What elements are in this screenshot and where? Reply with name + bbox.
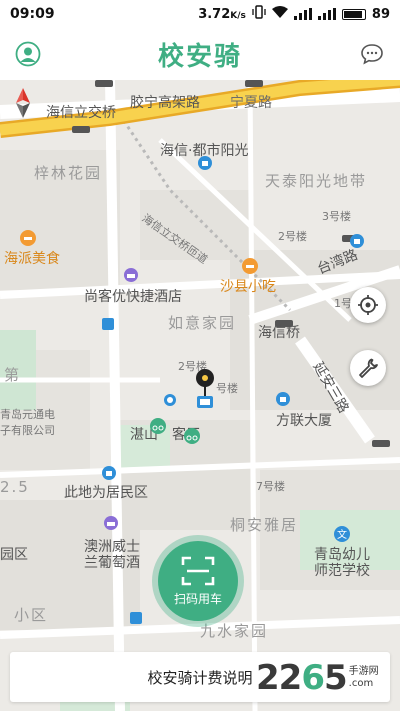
network-speed-unit: K/s [230,10,246,21]
map-label: 海信桥 [258,325,300,341]
status-time: 09:09 [10,6,55,22]
map-label: 2.5 [0,478,30,496]
map-label: 2号楼 [278,230,307,243]
school-icon-glyph: 文 [337,528,347,541]
map-label: 海派美食 [4,251,60,267]
vibrate-icon [252,5,266,23]
scan-icon [181,556,215,585]
map-label: 3号楼 [322,210,351,223]
network-speed-value: 3.72 [198,6,231,22]
map-label: 如意家园 [168,314,237,332]
battery-icon [341,8,366,20]
battery-level: 89 [371,6,390,22]
wrench-icon [359,358,378,378]
location-dot-icon [164,394,176,406]
map-label: 小区 [14,606,49,624]
map-label: 胶宁高架路 [130,95,200,111]
compass-icon [14,88,32,118]
map-label: 方联大厦 [276,413,332,429]
scan-to-ride-button[interactable]: 扫码用车 [158,541,238,621]
map-label: 天泰阳光地带 [265,172,368,190]
poi-marker-icon [198,156,212,170]
hotel-icon [104,516,118,530]
map-label: 兰葡萄酒 [84,555,140,571]
map-label: 第 [4,366,22,384]
pricing-info-label: 校安骑计费说明 [147,668,253,687]
school-icon: 文 [334,526,350,542]
repair-button[interactable] [350,350,386,386]
poi-marker-icon [350,234,364,248]
map-label: 尚客优快捷酒店 [84,289,182,305]
locate-button[interactable] [350,287,386,323]
user-icon [15,41,41,67]
map-label: 7号楼 [256,480,285,493]
map-label: 青岛元通电 [0,408,55,421]
map-label: 海信立交桥 [46,105,116,121]
watermark-digits-3: 5 [324,658,348,698]
status-bar: 09:09 3.72K/s 89 [0,0,400,28]
map-label: 园区 [0,547,28,563]
message-icon [361,44,383,65]
bike-icon [184,428,200,444]
bus-icon [102,318,114,330]
network-speed: 3.72K/s [198,7,246,22]
signal-icon [293,8,312,20]
message-button[interactable] [358,40,386,68]
app-header: 校安骑 [0,28,400,80]
watermark-logo: 2265 手游网 .com [256,658,379,698]
map-label: 此地为居民区 [64,485,148,501]
food-icon [242,258,258,274]
hotel-icon [124,268,138,282]
scan-label: 扫码用车 [173,591,222,606]
current-location-marker [190,368,220,416]
watermark-text-1: 手游网 [348,666,379,677]
watermark-number: 2265 [256,658,348,698]
signal-icon-2 [317,8,336,20]
wifi-icon [271,6,288,22]
map-label: 桐安雅居 [230,516,299,534]
map-label: 沙县小吃 [220,279,276,295]
user-button[interactable] [14,40,42,68]
app-title: 校安骑 [157,41,242,72]
watermark-digits-2: 6 [301,658,325,698]
locate-icon [358,295,378,315]
bike-icon [150,418,166,434]
map-label: 师范学校 [314,563,370,579]
status-indicators: 3.72K/s 89 [198,5,390,23]
food-icon [20,230,36,246]
map-view[interactable]: 海信立交桥 胶宁高架路 宁夏路 海信·都市阳光 天泰阳光地带 梓林花园 海信立交… [0,80,400,711]
poi-marker-icon [276,392,290,406]
poi-marker-icon [102,466,116,480]
bus-icon [130,612,142,624]
watermark-digits-1: 22 [256,658,302,698]
watermark-text-2: .com [348,678,374,689]
map-label: 梓林花园 [34,164,103,182]
map-label: 子有限公司 [0,424,55,437]
map-label: 宁夏路 [230,95,272,111]
